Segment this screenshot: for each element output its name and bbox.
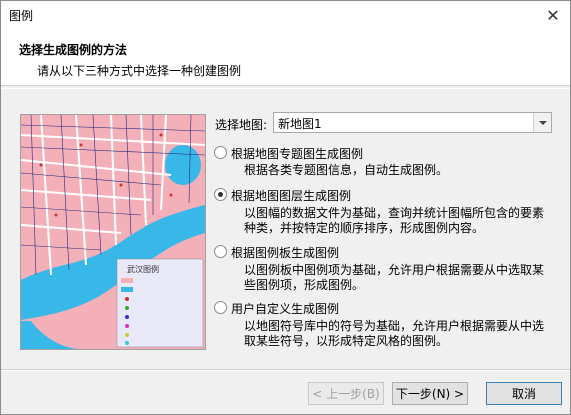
header-title: 选择生成图例的方法 (19, 43, 128, 57)
radio-board[interactable] (214, 245, 227, 258)
option-board-label: 根据图例板生成图例 (231, 246, 340, 260)
wizard-header: 选择生成图例的方法 请从以下三种方式中选择一种创建图例 (1, 29, 570, 86)
option-custom-label: 用户自定义生成图例 (231, 302, 340, 316)
footer-divider-highlight (1, 370, 570, 371)
window-title: 图例 (9, 9, 34, 23)
close-icon[interactable]: ✕ (542, 4, 564, 26)
legend-dialog: 图例 ✕ 选择生成图例的方法 请从以下三种方式中选择一种创建图例 武汉图例 选择… (0, 0, 571, 415)
map-preview-image: 武汉图例 (21, 115, 205, 349)
cancel-button[interactable]: 取消 (486, 382, 562, 405)
header-subtitle: 请从以下三种方式中选择一种创建图例 (37, 64, 242, 78)
map-select-value: 新地图1 (278, 117, 322, 131)
option-thematic-desc: 根据各类专题图信息，自动生成图例。 (244, 163, 449, 177)
radio-layer[interactable] (214, 188, 227, 201)
header-divider (1, 88, 570, 89)
map-select-combo[interactable]: 新地图1 (273, 112, 552, 133)
option-thematic-label: 根据地图专题图生成图例 (231, 147, 364, 161)
option-layer-desc: 以图幅的数据文件为基础，查询并统计图幅所包含的要素种类，并按特定的顺序排序，形成… (244, 206, 545, 235)
prev-button[interactable]: < 上一步(B) (308, 382, 384, 405)
next-button[interactable]: 下一步(N) > (392, 382, 468, 405)
map-preview: 武汉图例 (20, 114, 206, 350)
radio-custom[interactable] (214, 301, 227, 314)
option-layer-label: 根据地图图层生成图例 (231, 189, 352, 203)
map-select-label: 选择地图: (215, 118, 268, 132)
chevron-down-icon[interactable] (533, 113, 551, 132)
option-custom-desc: 以地图符号库中的符号为基础，允许用户根据需要从中选取某些符号，以形成特定风格的图… (244, 319, 545, 348)
title-bar: 图例 ✕ (1, 1, 570, 29)
option-board-desc: 以图例板中图例项为基础，允许用户根据需要从中选取某些图例项，形成图例。 (244, 263, 545, 292)
radio-thematic[interactable] (214, 146, 227, 159)
legend-title: 武汉图例 (127, 264, 159, 274)
